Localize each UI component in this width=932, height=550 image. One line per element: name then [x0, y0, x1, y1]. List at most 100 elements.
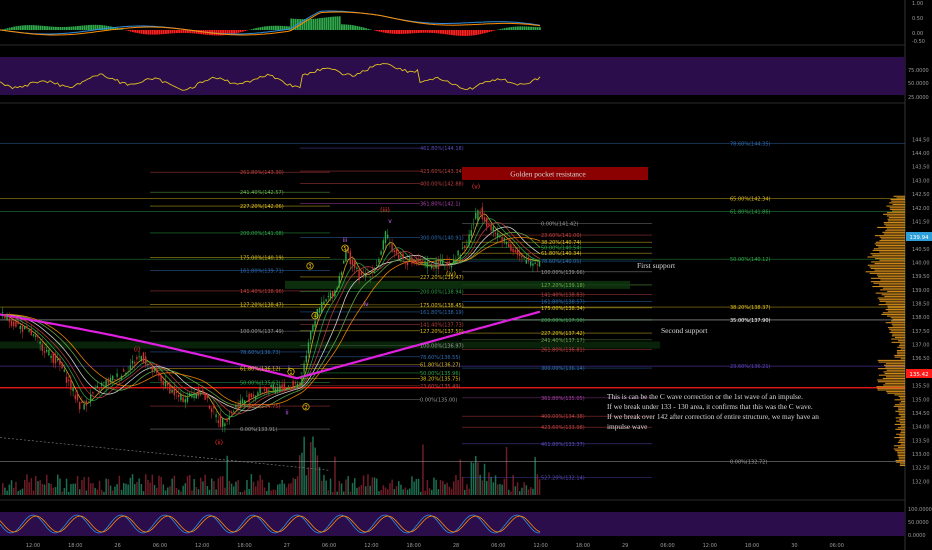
candle-body [21, 324, 24, 333]
volume-bar [479, 474, 481, 495]
volume-bar [2, 483, 4, 495]
macd-bar [451, 30, 453, 36]
note-line-2: If we break under 133 - 130 area, it con… [607, 402, 813, 411]
candle-body [164, 380, 167, 387]
time-tick: 18:00 [576, 543, 590, 549]
chart-canvas[interactable]: 1.000.500.00-0.50 75.000050.000025.0000 … [0, 0, 932, 550]
volume-bar [4, 487, 6, 495]
volume-bar [499, 483, 501, 495]
profile-bar [876, 274, 905, 276]
macd-bar [138, 30, 141, 34]
candle-body [17, 320, 19, 325]
macd-bar [182, 30, 185, 33]
volume-bar [323, 474, 325, 495]
candle-body [202, 390, 204, 394]
volume-bar [362, 475, 365, 495]
candle-body [499, 235, 501, 238]
profile-bar [897, 451, 905, 453]
macd-bar [270, 25, 273, 30]
volume-bar [81, 480, 83, 495]
volume-bar [334, 456, 336, 495]
candle-body [384, 231, 387, 244]
volume-bar [497, 484, 499, 495]
macd-bar [466, 30, 469, 36]
profile-bar [898, 395, 905, 398]
candle-body [444, 264, 446, 266]
fib-label: 100.00%(137.49) [240, 329, 284, 335]
volume-bar [279, 483, 281, 495]
volume-bar [28, 482, 30, 495]
volume-bar [281, 479, 283, 495]
candle-body [497, 232, 499, 238]
macd-bar [37, 25, 40, 30]
volume-bar [371, 477, 374, 495]
macd-bar [235, 30, 238, 34]
fib-label: 261.80%(143.30) [240, 170, 284, 176]
profile-bar [875, 292, 905, 294]
profile-bar [892, 318, 905, 320]
candle-body [246, 395, 248, 397]
macd-bar [332, 16, 334, 30]
macd-bar [35, 25, 37, 30]
profile-bar [885, 366, 905, 368]
macd-bar [88, 25, 90, 30]
candle-body [406, 260, 409, 266]
macd-bar [536, 27, 539, 30]
volume-bar [268, 482, 270, 495]
volume-bar [171, 478, 173, 495]
volume-bar [145, 474, 147, 495]
macd-bar [444, 30, 447, 35]
profile-bar [898, 440, 905, 442]
candle-body [76, 392, 79, 401]
candle-body [197, 388, 200, 397]
candle-body [527, 257, 530, 261]
profile-bar [870, 281, 905, 283]
volume-bar [312, 436, 314, 495]
profile-bar [899, 402, 905, 404]
candle-body [259, 387, 261, 394]
profile-bar [879, 240, 905, 242]
volume-bar [191, 490, 193, 495]
candle-body [512, 248, 514, 252]
key-level-label: 78.60%(144.35) [730, 141, 771, 147]
candle-body [41, 344, 43, 351]
volume-bar [197, 489, 200, 495]
macd-bar [160, 30, 163, 35]
macd-bar [426, 30, 429, 33]
candle-body [134, 361, 136, 364]
price-tick: 132.00 [912, 479, 930, 485]
candle-body [120, 375, 123, 380]
volume-bar [492, 482, 495, 495]
volume-bar [393, 489, 396, 495]
macd-bar [512, 26, 515, 30]
macd-bar [81, 25, 84, 30]
volume-bar [391, 479, 393, 495]
macd-bar [314, 18, 317, 30]
macd-bar [312, 18, 315, 30]
candle-body [94, 387, 96, 390]
volume-bar [118, 475, 121, 495]
profile-bar [896, 351, 905, 353]
candle-body [450, 265, 453, 268]
profile-bar [887, 315, 905, 317]
profile-bar [892, 333, 905, 335]
volume-bar [501, 484, 503, 495]
candle-body [149, 362, 151, 364]
macd-bar [134, 30, 136, 33]
profile-bar [885, 363, 905, 365]
candle-body [446, 262, 448, 266]
profile-bar [877, 226, 905, 228]
volume-bar [246, 479, 248, 495]
candle-body [13, 321, 15, 327]
profile-bar [883, 384, 905, 386]
profile-bar [878, 304, 905, 306]
macd-bar [39, 25, 42, 30]
macd-bar [431, 30, 433, 33]
profile-bar [891, 335, 905, 337]
candle-body [510, 244, 512, 251]
price-tick: 139.50 [912, 274, 930, 280]
volume-bar [250, 474, 253, 495]
fib-label: 127.20%(139.18) [541, 283, 585, 289]
macd-bar [409, 30, 411, 34]
macd-bar [341, 24, 343, 30]
